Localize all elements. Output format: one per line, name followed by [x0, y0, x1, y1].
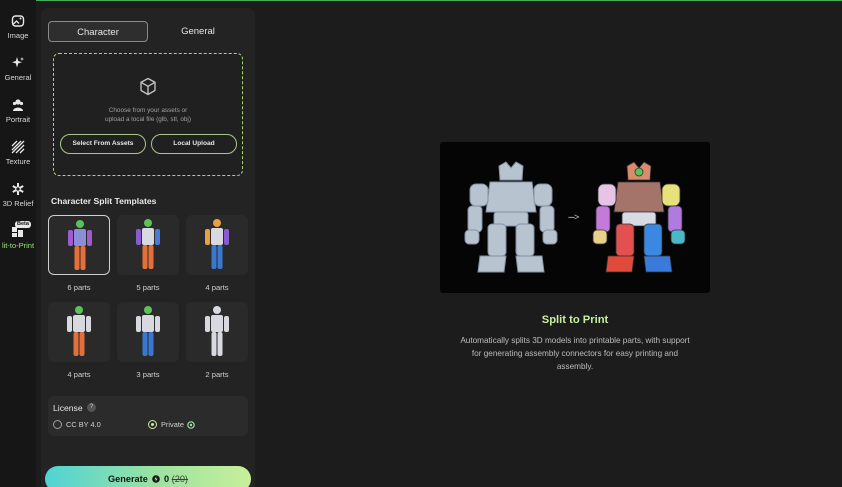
figure-2-parts-icon	[205, 306, 229, 356]
figure-4-parts-icon	[67, 306, 91, 356]
rail-item-image[interactable]: Image	[0, 14, 36, 40]
select-from-assets-button[interactable]: Select From Assets	[60, 134, 146, 154]
left-nav-rail: Image General Portrait Texture 3D Relief…	[0, 0, 36, 487]
template-label: 5 parts	[136, 283, 160, 292]
template-thumb	[48, 302, 110, 362]
generate-cost: 0	[163, 474, 170, 484]
template-label: 4 parts	[67, 370, 91, 379]
rail-item-label: 3D Relief	[2, 199, 34, 208]
rail-item-texture[interactable]: Texture	[0, 140, 36, 166]
template-label: 6 parts	[67, 283, 91, 292]
template-label: 2 parts	[205, 370, 229, 379]
rail-item-label: lit-to-Print	[1, 241, 35, 250]
rail-item-split-to-print[interactable]: Beta lit-to-Print	[0, 221, 36, 250]
relief-icon	[12, 183, 24, 195]
generate-button[interactable]: Generate 0 (20)	[45, 466, 251, 487]
private-status-icon	[187, 421, 195, 429]
upload-hint-line1: Choose from your assets or	[108, 107, 188, 114]
template-thumb	[48, 215, 110, 275]
license-private-radio[interactable]: Private	[148, 419, 195, 430]
transform-arrow: --->	[568, 212, 579, 222]
radio-label: CC BY 4.0	[66, 420, 101, 429]
template-card-4-parts-a[interactable]: 4 parts	[186, 215, 248, 292]
tab-general[interactable]: General	[148, 21, 248, 42]
template-card-2-parts[interactable]: 2 parts	[186, 302, 248, 379]
mode-tabs: Character General	[48, 21, 248, 43]
figure-6-parts-icon	[68, 220, 92, 270]
template-card-6-parts[interactable]: 6 parts	[48, 215, 110, 292]
credit-icon	[152, 475, 161, 483]
robot-model-original	[464, 161, 558, 273]
portrait-icon	[12, 99, 24, 111]
upload-hint-line2: upload a local file (glb, stl, obj)	[105, 115, 191, 123]
figure-5-parts-icon	[136, 219, 160, 269]
help-icon[interactable]: ?	[87, 403, 96, 412]
template-label: 3 parts	[136, 370, 160, 379]
radio-label: Private	[161, 420, 185, 429]
rail-item-label: Texture	[5, 157, 31, 166]
license-section: License ? CC BY 4.0 Private	[48, 396, 248, 436]
rail-item-3d-relief[interactable]: 3D Relief	[0, 182, 36, 208]
rail-item-general[interactable]: General	[0, 56, 36, 82]
figure-3-parts-icon	[136, 306, 160, 356]
templates-title: Character Split Templates	[51, 196, 157, 206]
top-accent-line	[0, 0, 842, 1]
rail-item-label: Image	[7, 31, 29, 40]
cube-icon	[140, 77, 156, 96]
tab-character[interactable]: Character	[48, 21, 148, 42]
license-cc-by-radio[interactable]: CC BY 4.0	[53, 419, 101, 430]
beta-badge: Beta	[15, 221, 31, 228]
template-thumb	[117, 215, 179, 275]
generation-panel: Character General Choose from your asset…	[41, 8, 255, 487]
radio-dot	[148, 420, 157, 429]
template-label: 4 parts	[205, 283, 229, 292]
feature-preview-image: --->	[440, 142, 710, 293]
radio-dot	[53, 420, 62, 429]
generate-original-cost: (20)	[171, 474, 188, 484]
rail-item-label: Portrait	[5, 115, 31, 124]
model-upload-dropzone[interactable]: Choose from your assets or upload a loca…	[53, 53, 243, 176]
image-icon	[11, 15, 25, 27]
sparkle-icon	[12, 57, 24, 68]
local-upload-button[interactable]: Local Upload	[151, 134, 237, 154]
texture-icon	[11, 140, 25, 154]
template-thumb	[186, 215, 248, 275]
feature-description: Automatically splits 3D models into prin…	[460, 336, 690, 371]
upload-hint: Choose from your assets or upload a loca…	[54, 107, 242, 124]
rail-item-portrait[interactable]: Portrait	[0, 98, 36, 124]
template-card-4-parts-b[interactable]: 4 parts	[48, 302, 110, 379]
robot-model-split	[592, 161, 686, 273]
generate-label: Generate	[108, 474, 148, 484]
figure-4-parts-icon	[205, 219, 229, 269]
feature-title: Split to Print	[541, 314, 609, 326]
template-thumb	[117, 302, 179, 362]
template-card-3-parts[interactable]: 3 parts	[117, 302, 179, 379]
template-card-5-parts[interactable]: 5 parts	[117, 215, 179, 292]
template-thumb	[186, 302, 248, 362]
rail-item-label: General	[4, 73, 32, 82]
license-title: License	[53, 403, 83, 413]
